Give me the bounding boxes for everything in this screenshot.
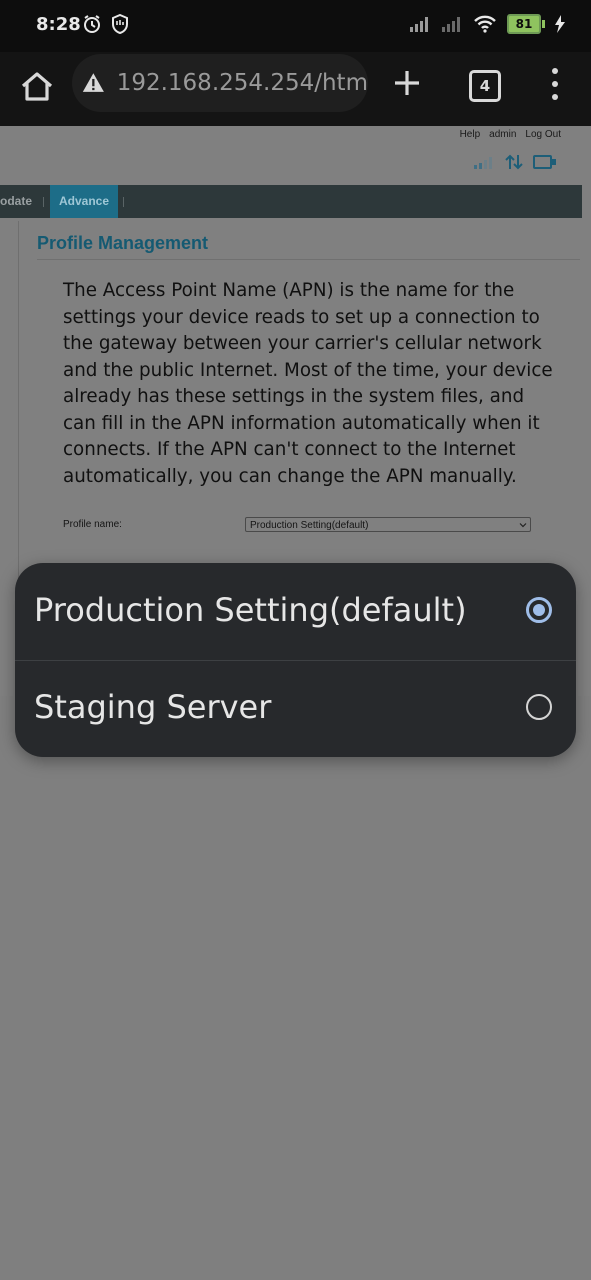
top-links: Help admin Log Out — [460, 129, 561, 140]
picker-option-label: Staging Server — [34, 688, 272, 726]
status-left-icons — [82, 14, 130, 34]
profile-name-label: Profile name: — [63, 519, 122, 530]
nav-item-update[interactable]: odate — [0, 185, 32, 218]
shield-hand-icon — [112, 14, 128, 34]
picker-option-production[interactable]: Production Setting(default) — [15, 563, 576, 660]
profile-picker-dialog: Production Setting(default) Staging Serv… — [15, 563, 576, 757]
status-bar: 8:28 81 — [0, 0, 591, 52]
signal-icon — [410, 17, 428, 32]
nav-separator — [123, 197, 124, 207]
battery-icon: 81 — [507, 14, 545, 34]
chevron-down-icon — [519, 523, 527, 528]
device-icon — [533, 155, 556, 169]
logout-link[interactable]: Log Out — [525, 129, 561, 140]
tabs-button[interactable]: 4 — [469, 70, 501, 102]
home-icon[interactable] — [18, 68, 56, 106]
router-nav: odate Advance — [0, 185, 582, 218]
router-status-icons — [473, 154, 557, 170]
picker-option-staging[interactable]: Staging Server — [15, 660, 576, 757]
admin-link[interactable]: admin — [489, 129, 516, 140]
page-title: Profile Management — [37, 233, 209, 253]
apn-description: The Access Point Name (APN) is the name … — [63, 280, 553, 487]
title-divider — [37, 259, 580, 260]
url-text[interactable]: 192.168.254.254/htm — [117, 70, 368, 96]
charging-icon — [555, 15, 565, 33]
warning-icon[interactable] — [82, 69, 105, 97]
help-link[interactable]: Help — [460, 129, 481, 140]
data-transfer-icon — [505, 154, 523, 170]
battery-level: 81 — [507, 14, 541, 34]
radio-selected-icon[interactable] — [526, 597, 552, 623]
signal-icon — [442, 17, 460, 32]
radio-unselected-icon[interactable] — [526, 694, 552, 720]
profile-name-select[interactable]: Production Setting(default) — [245, 517, 531, 532]
plus-icon[interactable] — [392, 68, 422, 98]
menu-icon[interactable] — [550, 68, 560, 100]
profile-select-value: Production Setting(default) — [250, 520, 369, 531]
wifi-icon — [474, 15, 496, 33]
status-time: 8:28 — [36, 14, 81, 35]
picker-option-label: Production Setting(default) — [34, 591, 467, 629]
alarm-icon — [84, 15, 100, 33]
signal-bars-icon — [474, 157, 492, 169]
url-field[interactable]: 192.168.254.254/htm — [72, 54, 368, 112]
nav-item-advance[interactable]: Advance — [50, 185, 118, 218]
status-right-icons: 81 — [409, 14, 565, 34]
browser-toolbar: 192.168.254.254/htm 4 — [0, 52, 591, 126]
nav-separator — [43, 197, 44, 207]
